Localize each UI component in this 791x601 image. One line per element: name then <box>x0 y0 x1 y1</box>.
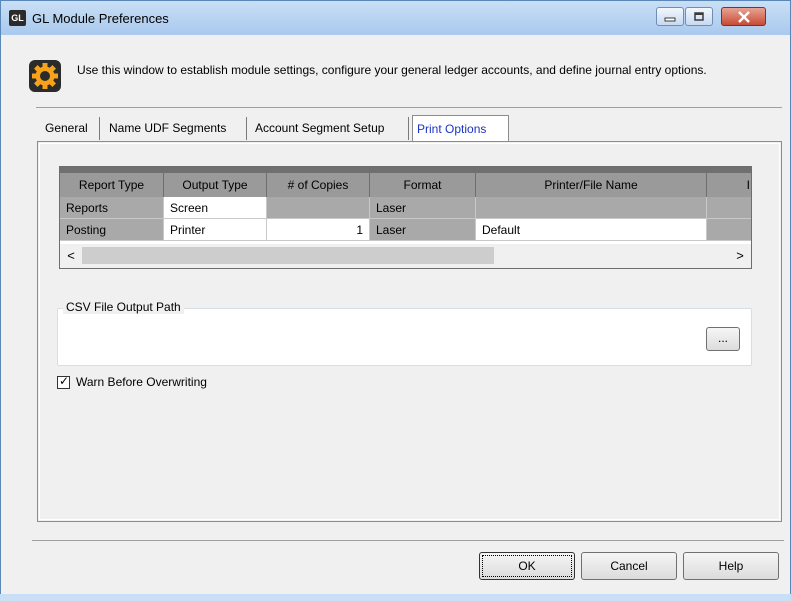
cancel-button[interactable]: Cancel <box>581 552 677 580</box>
column-header-printer-file-name[interactable]: Printer/File Name <box>476 173 707 197</box>
help-button[interactable]: Help <box>683 552 779 580</box>
cell-extra <box>707 197 751 219</box>
close-button[interactable] <box>721 7 766 26</box>
maximize-button[interactable] <box>685 7 713 26</box>
app-badge-icon: GL <box>9 10 26 26</box>
horizontal-scrollbar[interactable]: < > <box>60 244 751 268</box>
tab-general[interactable]: General <box>41 117 100 140</box>
cell-printer-file-name <box>476 197 707 219</box>
column-header-extra[interactable]: I <box>707 173 751 197</box>
ok-button[interactable]: OK <box>479 552 575 580</box>
cell-copies[interactable]: 1 <box>267 219 370 241</box>
header-divider <box>36 107 782 108</box>
tab-account-segment-setup[interactable]: Account Segment Setup <box>251 117 409 140</box>
scroll-right-arrow-icon[interactable]: > <box>731 247 749 264</box>
cell-copies <box>267 197 370 219</box>
window-bottom-edge <box>0 594 791 601</box>
column-header-copies[interactable]: # of Copies <box>267 173 370 197</box>
header-description: Use this window to establish module sett… <box>77 63 707 77</box>
minimize-icon <box>664 17 676 21</box>
cell-printer-file-name[interactable]: Default <box>476 219 707 241</box>
footer-divider <box>32 540 784 541</box>
browse-button[interactable]: ... <box>706 327 740 351</box>
tab-print-options[interactable]: Print Options <box>412 115 509 141</box>
cell-output-type[interactable]: Printer <box>164 219 267 241</box>
column-header-output-type[interactable]: Output Type <box>164 173 267 197</box>
title-bar[interactable]: GL GL Module Preferences <box>1 1 790 35</box>
window-title: GL Module Preferences <box>32 11 169 26</box>
settings-gear-icon <box>29 60 61 92</box>
cell-format: Laser <box>370 219 476 241</box>
print-settings-grid: Report Type Output Type # of Copies Form… <box>59 166 752 269</box>
cell-output-type[interactable]: Screen <box>164 197 267 219</box>
cell-extra <box>707 219 751 241</box>
cell-report-type: Posting <box>60 219 164 241</box>
tab-name-udf-segments[interactable]: Name UDF Segments <box>105 117 247 140</box>
warn-before-overwriting-label[interactable]: Warn Before Overwriting <box>76 375 207 389</box>
column-header-format[interactable]: Format <box>370 173 476 197</box>
scroll-left-arrow-icon[interactable]: < <box>62 247 80 264</box>
cell-report-type: Reports <box>60 197 164 219</box>
column-header-report-type[interactable]: Report Type <box>60 173 164 197</box>
csv-output-path-label: CSV File Output Path <box>63 300 184 314</box>
checkmark-icon: ✓ <box>59 374 70 388</box>
minimize-button[interactable] <box>656 7 684 26</box>
scrollbar-thumb[interactable] <box>82 247 494 264</box>
warn-before-overwriting-checkbox[interactable]: ✓ <box>57 374 70 389</box>
close-icon <box>737 10 750 23</box>
csv-output-path-group <box>57 308 752 366</box>
maximize-icon <box>694 11 704 21</box>
cell-format: Laser <box>370 197 476 219</box>
